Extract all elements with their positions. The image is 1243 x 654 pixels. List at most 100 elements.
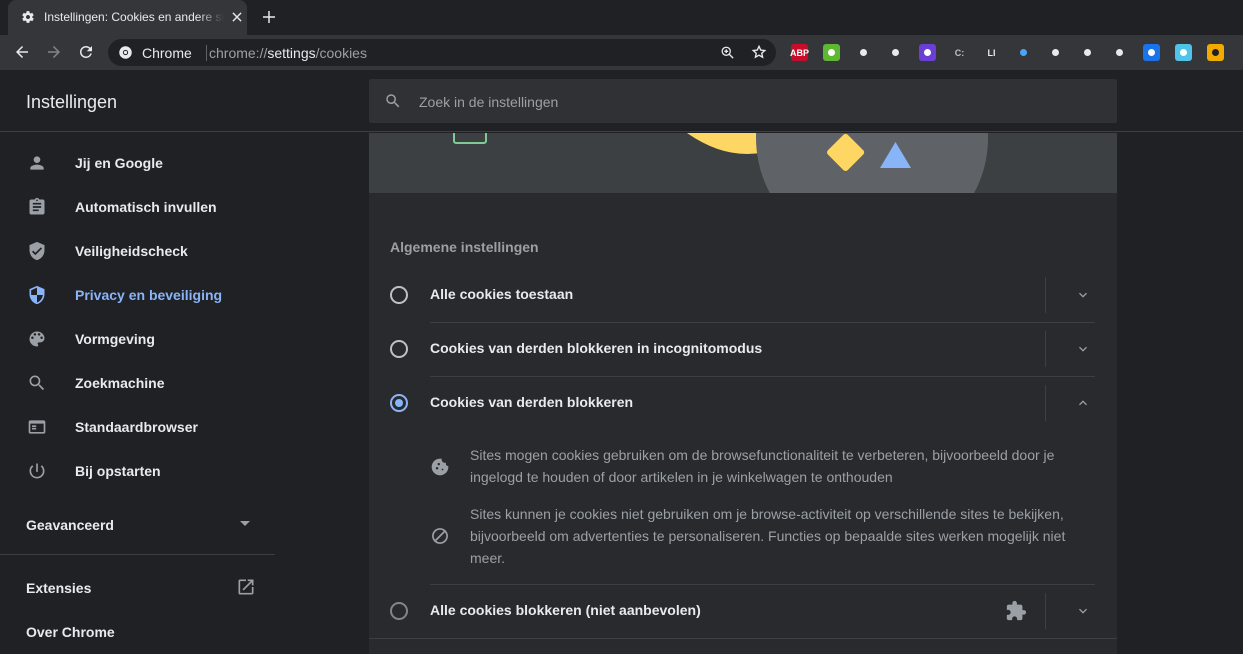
url-scheme: chrome:// (209, 45, 268, 61)
green-cube-extension-icon[interactable] (823, 44, 840, 61)
option-label: Cookies van derden blokkeren (430, 394, 634, 410)
chevron-up-icon[interactable] (1075, 395, 1091, 411)
person-icon (30, 156, 44, 170)
close-icon[interactable] (230, 10, 244, 24)
cookie-illustration (453, 133, 988, 193)
browser-tab[interactable]: Instellingen: Cookies en andere sitegege… (8, 0, 247, 35)
assignment-icon (29, 197, 45, 215)
option-block-all-cookies[interactable]: Alle cookies blokkeren (niet aanbevolen) (369, 585, 1117, 638)
gold-box-extension-icon[interactable] (1207, 44, 1224, 61)
vertical-separator (1045, 277, 1046, 313)
gear-extension-icon[interactable] (887, 44, 904, 61)
chevron-down-icon[interactable] (1075, 287, 1091, 303)
site-name: Chrome (142, 45, 192, 61)
address-separator (206, 45, 207, 61)
shield-check-icon (29, 241, 45, 261)
eye-search-extension-icon[interactable] (1111, 44, 1128, 61)
open-in-new-icon[interactable] (236, 577, 256, 597)
detail-text: Sites mogen cookies gebruiken om de brow… (470, 447, 1055, 485)
forward-icon[interactable] (45, 43, 63, 61)
search-icon (386, 94, 400, 108)
sidebar-item-label: Bij opstarten (75, 463, 161, 479)
purple-diamond-extension-icon[interactable] (919, 44, 936, 61)
power-icon (29, 463, 45, 479)
sidebar-item-default-browser[interactable]: Standaardbrowser (0, 407, 275, 447)
zoom-icon[interactable] (720, 45, 735, 60)
sidebar-item-label: Veiligheidscheck (75, 243, 188, 259)
section-title: Algemene instellingen (390, 239, 539, 255)
palette-icon (29, 331, 45, 347)
gear-icon (22, 11, 34, 23)
extensions-link[interactable]: Extensies (26, 580, 91, 596)
sidebar-item-label: Vormgeving (75, 331, 155, 347)
chrome-logo-icon (119, 46, 132, 59)
radio-button[interactable] (390, 602, 408, 620)
vertical-separator (1045, 385, 1046, 421)
green-shape (453, 133, 487, 144)
back-icon[interactable] (13, 43, 31, 61)
sidebar-item-label: Standaardbrowser (75, 419, 198, 435)
bookmark-star-icon[interactable] (751, 44, 767, 60)
about-chrome-link[interactable]: Over Chrome (26, 624, 115, 640)
browser-toolbar: Chrome chrome://settings/cookies ABP C: LI (0, 35, 1243, 70)
sidebar-item-autofill[interactable]: Automatisch invullen (0, 187, 275, 227)
tab-strip: Instellingen: Cookies en andere sitegege… (0, 0, 1243, 35)
vertical-separator (1045, 593, 1046, 629)
browser-window-icon (28, 420, 46, 434)
react-extension-icon[interactable] (1047, 44, 1064, 61)
tab-title: Instellingen: Cookies en andere sitegege… (44, 10, 224, 24)
url-path: /cookies (315, 45, 367, 61)
sidebar-item-label: Zoekmachine (75, 375, 165, 391)
sidebar-item-search-engine[interactable]: Zoekmachine (0, 363, 275, 403)
block-icon (432, 528, 448, 544)
radio-button[interactable] (390, 286, 408, 304)
search-icon (29, 375, 45, 391)
illustration-banner (369, 133, 1117, 193)
card-bottom-divider (369, 638, 1117, 639)
blue-box-extension-icon[interactable] (1143, 44, 1160, 61)
sidebar-item-label: Automatisch invullen (75, 199, 217, 215)
search-input[interactable]: Zoek in de instellingen (369, 79, 1117, 123)
page-title: Instellingen (26, 92, 118, 112)
radio-button-selected[interactable] (390, 394, 408, 412)
settings-sidebar: Jij en Google Automatisch invullen Veili… (0, 133, 275, 654)
option-label: Alle cookies blokkeren (niet aanbevolen) (430, 602, 701, 618)
option-allow-all-cookies[interactable]: Alle cookies toestaan (369, 269, 1117, 322)
sidebar-item-safety-check[interactable]: Veiligheidscheck (0, 231, 275, 271)
option-block-third-party[interactable]: Cookies van derden blokkeren (369, 377, 1117, 430)
li-extension-icon[interactable]: LI (983, 44, 1000, 61)
search-placeholder: Zoek in de instellingen (419, 94, 559, 110)
bar-chart-extension-icon[interactable] (1015, 44, 1032, 61)
puzzle-icon[interactable] (1005, 600, 1027, 622)
option-label: Alle cookies toestaan (430, 286, 574, 302)
url-text[interactable]: chrome://settings/cookies (209, 45, 367, 61)
address-bar[interactable]: Chrome chrome://settings/cookies (108, 39, 776, 66)
radio-button[interactable] (390, 340, 408, 358)
settings-header: Instellingen Zoek in de instellingen (0, 70, 1243, 132)
sidebar-item-you-and-google[interactable]: Jij en Google (0, 143, 275, 183)
c-bracket-extension-icon[interactable]: C: (951, 44, 968, 61)
cyan-circle-extension-icon[interactable] (1175, 44, 1192, 61)
sidebar-item-privacy[interactable]: Privacy en beveiliging (0, 275, 275, 315)
sidebar-item-appearance[interactable]: Vormgeving (0, 319, 275, 359)
sidebar-item-on-startup[interactable]: Bij opstarten (0, 451, 275, 491)
url-host: settings (267, 45, 316, 61)
sidebar-divider (0, 554, 275, 555)
caret-down-icon[interactable] (240, 521, 250, 526)
gray-circle (756, 133, 988, 193)
option-label: Cookies van derden blokkeren in incognit… (430, 340, 763, 356)
sidebar-item-label: Jij en Google (75, 155, 163, 171)
detail-text: Sites kunnen je cookies niet gebruiken o… (470, 506, 1066, 566)
sidebar-item-label: Privacy en beveiliging (75, 287, 223, 303)
cookie-icon (431, 458, 449, 476)
chevron-down-icon[interactable] (1075, 341, 1091, 357)
advanced-toggle[interactable]: Geavanceerd (26, 517, 114, 533)
chevron-down-icon[interactable] (1075, 603, 1091, 619)
option-block-third-party-incognito[interactable]: Cookies van derden blokkeren in incognit… (369, 323, 1117, 376)
target-extension-icon[interactable] (1079, 44, 1096, 61)
pen-extension-icon[interactable] (855, 44, 872, 61)
new-tab-icon[interactable] (261, 9, 277, 25)
adblock-plus-extension-icon[interactable]: ABP (790, 44, 809, 61)
reload-icon[interactable] (77, 43, 95, 61)
cookies-settings-card: Algemene instellingen Alle cookies toest… (369, 133, 1117, 654)
